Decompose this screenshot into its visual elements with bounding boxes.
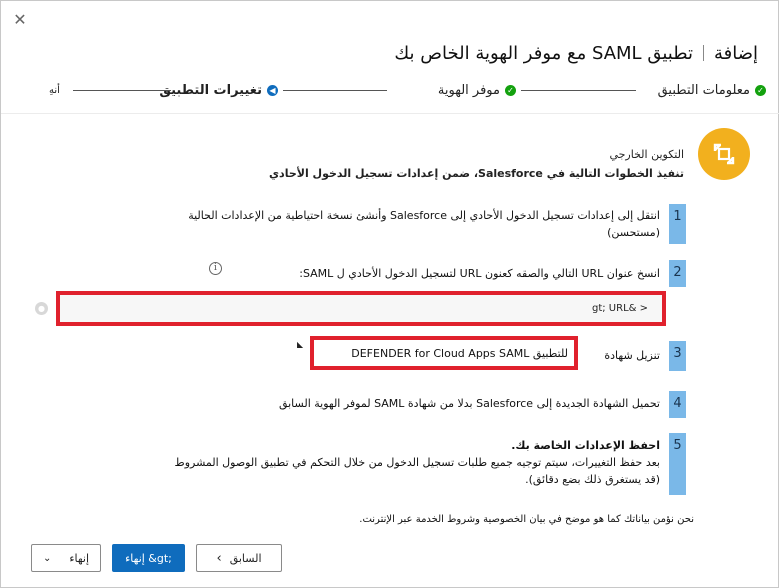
- copy-icon[interactable]: ●: [35, 302, 48, 315]
- step-1-text: انتقل إلى إعدادات تسجيل الدخول الأحادي إ…: [188, 209, 660, 239]
- check-icon: ✓: [755, 84, 766, 96]
- stepper-connector: [283, 90, 387, 91]
- close-icon[interactable]: ✕: [11, 11, 29, 29]
- back-button[interactable]: ‹ السابق: [196, 544, 282, 572]
- finish-dropdown-button[interactable]: ⌄ إنهاء: [31, 544, 101, 572]
- chevron-down-icon: ⌄: [42, 552, 52, 564]
- step-number-badge: 3: [669, 341, 686, 371]
- step-label: أنهِ: [49, 84, 60, 96]
- page-title: تطبيق SAML مع موفر الهوية الخاص بك: [394, 42, 693, 64]
- intro-title: التكوين الخارجي: [609, 148, 684, 161]
- step-5-text: احفظ الإعدادات الخاصة بك. بعد حفظ التغيي…: [174, 439, 660, 486]
- stepper-step-identity-provider[interactable]: ✓ موفر الهوية: [438, 79, 516, 101]
- step-number-badge: 5: [669, 433, 686, 495]
- sso-url-field[interactable]: gt; URL& >: [56, 291, 666, 326]
- current-step-icon: ◀: [267, 84, 278, 96]
- step-label: تغييرات التطبيق: [159, 82, 262, 98]
- step-label: معلومات التطبيق: [657, 82, 750, 98]
- stepper-connector: [73, 90, 171, 91]
- step-3-text: تنزيل شهادة: [604, 349, 660, 362]
- add-label: إضافة: [713, 42, 758, 64]
- stepper-step-app-info[interactable]: ✓ معلومات التطبيق: [658, 79, 766, 101]
- step-number-badge: 4: [669, 391, 686, 418]
- step-label: موفر الهوية: [437, 82, 500, 98]
- dialog: ✕ إضافة تطبيق SAML مع موفر الهوية الخاص …: [0, 0, 779, 588]
- external-config-icon: [698, 128, 750, 180]
- privacy-note: نحن نؤمن بياناتك كما هو موضح في بيان الخ…: [359, 514, 694, 525]
- stepper-step-app-changes[interactable]: ◀ تغييرات التطبيق: [159, 79, 278, 101]
- sso-url-value: gt; URL& >: [591, 303, 648, 314]
- step-number-badge: 2: [669, 260, 686, 287]
- dialog-header: إضافة تطبيق SAML مع موفر الهوية الخاص بك: [394, 39, 758, 67]
- intro-subtitle: تنفيذ الخطوات التالية في Salesforce، ضمن…: [268, 167, 684, 180]
- step-number-badge: 1: [669, 204, 686, 244]
- check-icon: ✓: [505, 84, 516, 96]
- info-icon[interactable]: i: [209, 262, 222, 275]
- cursor-icon: ◣: [297, 340, 304, 349]
- step-4-text: تحميل الشهادة الجديدة إلى Salesforce بدل…: [278, 397, 660, 410]
- stepper-step-finish[interactable]: أنهِ: [49, 79, 60, 101]
- title-separator: [702, 45, 704, 61]
- divider: [1, 113, 779, 114]
- finish-button[interactable]: إنهاء &gt;: [112, 544, 185, 572]
- download-certificate-link[interactable]: DEFENDER for Cloud Apps SAML للتطبيق: [310, 336, 578, 370]
- stepper-connector: [521, 90, 636, 91]
- chevron-left-icon: ‹: [216, 550, 222, 566]
- step-2-text: انسخ عنوان URL التالي والصقه كعنون URL ل…: [299, 267, 660, 280]
- wizard-stepper: ✓ معلومات التطبيق ✓ موفر الهوية ◀ تغييرا…: [11, 79, 766, 103]
